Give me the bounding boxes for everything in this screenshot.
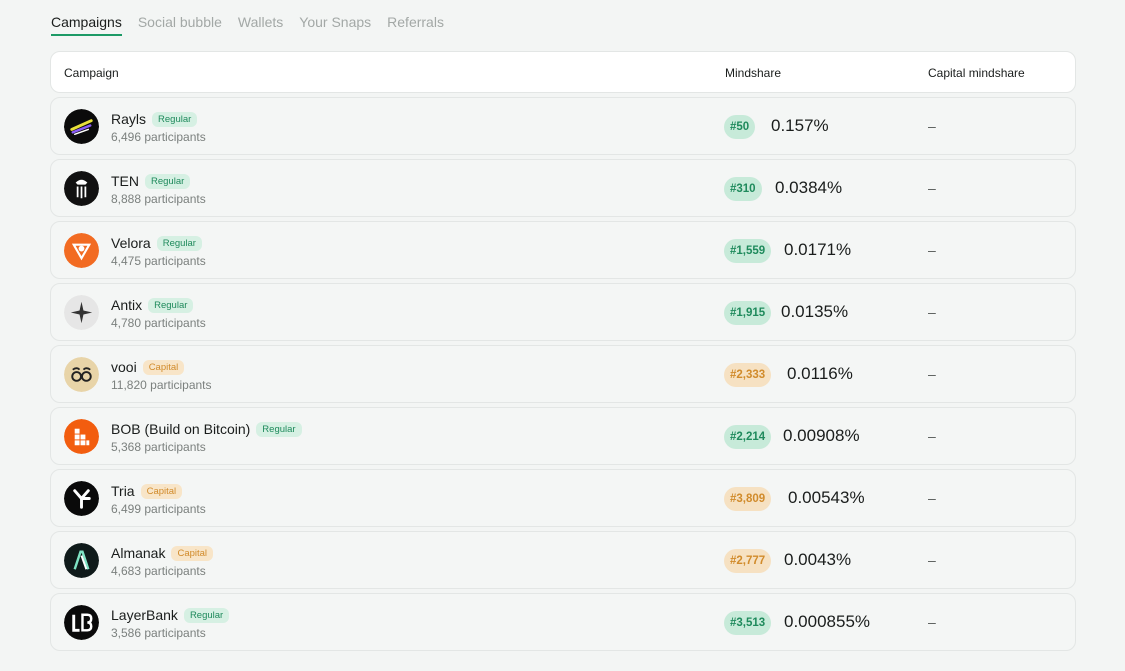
capital-mindshare-value: – (928, 428, 936, 444)
rank-badge: #3,809 (724, 487, 772, 511)
rank-badge: #1,559 (724, 239, 772, 263)
capital-mindshare-value: – (928, 242, 936, 258)
ten-logo (64, 171, 99, 206)
campaign-name: Velora (111, 235, 151, 251)
type-badge: Regular (256, 421, 302, 437)
rank-badge: #2,333 (724, 363, 772, 387)
participants-count: 4,475 participants (111, 254, 206, 268)
campaign-name-line: Rayls Regular (111, 111, 198, 127)
tab-your-snaps[interactable]: Your Snaps (299, 14, 371, 36)
type-badge: Regular (183, 607, 230, 623)
antix-logo (64, 295, 99, 330)
capital-mindshare-value: – (928, 552, 936, 568)
campaign-row-ten[interactable]: TEN Regular 8,888 participants #310 0.03… (50, 159, 1076, 217)
type-badge: Capital (142, 359, 185, 375)
almanak-logo (64, 543, 99, 578)
type-badge: Regular (152, 111, 198, 127)
table-header: Campaign Mindshare Capital mindshare (50, 51, 1076, 93)
campaigns-page: Campaigns Social bubble Wallets Your Sna… (0, 0, 1125, 671)
tab-campaigns[interactable]: Campaigns (51, 14, 122, 36)
campaign-row-tria[interactable]: Tria Capital 6,499 participants #3,809 0… (50, 469, 1076, 527)
type-badge: Regular (148, 297, 194, 313)
campaign-name-line: vooi Capital (111, 359, 185, 375)
participants-count: 11,820 participants (111, 378, 212, 392)
layerbank-logo (64, 605, 99, 640)
type-badge: Capital (171, 545, 214, 561)
capital-mindshare-value: – (928, 180, 936, 196)
mindshare-value: 0.157% (771, 116, 829, 135)
capital-mindshare-value: – (928, 118, 936, 134)
rank-badge: #50 (724, 115, 756, 139)
rank-badge: #3,513 (724, 611, 772, 635)
type-badge: Regular (156, 235, 202, 251)
capital-mindshare-value: – (928, 366, 936, 382)
campaign-name: TEN (111, 173, 139, 189)
campaign-name: Rayls (111, 111, 147, 127)
participants-count: 6,499 participants (111, 502, 206, 516)
campaign-name-line: Velora Regular (111, 235, 202, 251)
participants-count: 5,368 participants (111, 440, 206, 454)
tab-bar: Campaigns Social bubble Wallets Your Sna… (51, 14, 444, 36)
tab-social-bubble[interactable]: Social bubble (138, 14, 222, 36)
mindshare-value: 0.0043% (784, 550, 852, 569)
campaign-name: LayerBank (111, 607, 178, 623)
capital-mindshare-value: – (928, 490, 936, 506)
mindshare-value: 0.0171% (784, 240, 852, 259)
campaign-name-line: TEN Regular (111, 173, 191, 189)
participants-count: 4,780 participants (111, 316, 206, 330)
campaign-list: Rayls Regular 6,496 participants #50 0.1… (50, 97, 1076, 655)
header-mindshare[interactable]: Mindshare (725, 66, 781, 80)
campaign-row-antix[interactable]: Antix Regular 4,780 participants #1,915 … (50, 283, 1076, 341)
bob-logo (64, 419, 99, 454)
tab-referrals[interactable]: Referrals (387, 14, 444, 36)
mindshare-value: 0.000855% (784, 612, 871, 631)
rayls-logo (64, 109, 99, 144)
mindshare-value: 0.00908% (783, 426, 860, 445)
mindshare-value: 0.0384% (775, 178, 843, 197)
campaign-name: Antix (111, 297, 143, 313)
tab-wallets[interactable]: Wallets (238, 14, 283, 36)
participants-count: 8,888 participants (111, 192, 206, 206)
header-campaign[interactable]: Campaign (64, 66, 119, 80)
campaign-name-line: Antix Regular (111, 297, 194, 313)
campaign-name-line: Almanak Capital (111, 545, 214, 561)
mindshare-value: 0.00543% (788, 488, 865, 507)
campaign-name-line: BOB (Build on Bitcoin) Regular (111, 421, 302, 437)
campaign-row-rayls[interactable]: Rayls Regular 6,496 participants #50 0.1… (50, 97, 1076, 155)
mindshare-value: 0.0135% (781, 302, 849, 321)
rank-badge: #310 (724, 177, 762, 201)
campaign-row-bob[interactable]: BOB (Build on Bitcoin) Regular 5,368 par… (50, 407, 1076, 465)
participants-count: 4,683 participants (111, 564, 206, 578)
rank-badge: #1,915 (724, 301, 772, 325)
campaign-name: vooi (111, 359, 137, 375)
rank-badge: #2,777 (724, 549, 772, 573)
velora-logo (64, 233, 99, 268)
rank-badge: #2,214 (724, 425, 772, 449)
capital-mindshare-value: – (928, 614, 936, 630)
campaign-row-velora[interactable]: Velora Regular 4,475 participants #1,559… (50, 221, 1076, 279)
vooi-logo (64, 357, 99, 392)
tria-logo (64, 481, 99, 516)
campaign-name-line: Tria Capital (111, 483, 183, 499)
campaign-row-layerbank[interactable]: LayerBank Regular 3,586 participants #3,… (50, 593, 1076, 651)
mindshare-value: 0.0116% (787, 364, 853, 383)
participants-count: 6,496 participants (111, 130, 206, 144)
header-capital-mindshare[interactable]: Capital mindshare (928, 66, 1025, 80)
campaign-name: Almanak (111, 545, 166, 561)
campaign-name: BOB (Build on Bitcoin) (111, 421, 251, 437)
campaign-name-line: LayerBank Regular (111, 607, 230, 623)
type-badge: Capital (140, 483, 183, 499)
campaign-row-almanak[interactable]: Almanak Capital 4,683 participants #2,77… (50, 531, 1076, 589)
campaign-row-vooi[interactable]: vooi Capital 11,820 participants #2,333 … (50, 345, 1076, 403)
type-badge: Regular (145, 173, 191, 189)
campaign-name: Tria (111, 483, 135, 499)
participants-count: 3,586 participants (111, 626, 206, 640)
capital-mindshare-value: – (928, 304, 936, 320)
